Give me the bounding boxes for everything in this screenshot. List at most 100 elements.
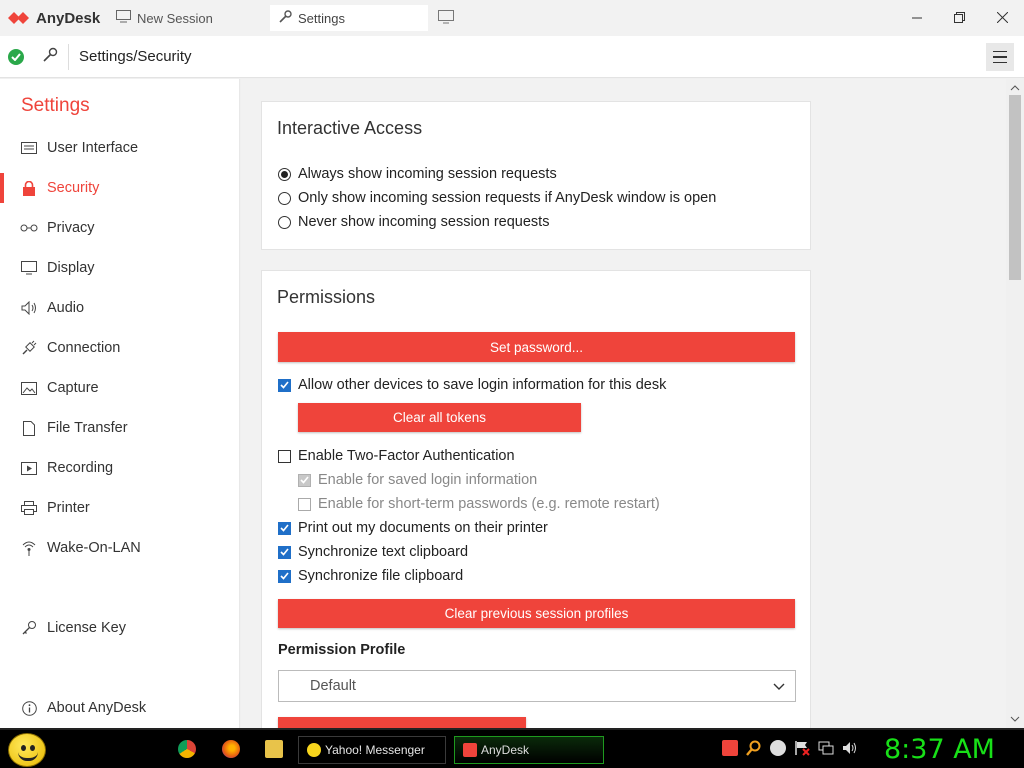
partially-visible-button[interactable] bbox=[278, 717, 526, 728]
sidebar-item-label: File Transfer bbox=[47, 420, 128, 436]
smiley-eye bbox=[21, 745, 26, 751]
print-documents-checkbox[interactable]: Print out my documents on their printer bbox=[278, 520, 548, 536]
card-title: Permissions bbox=[277, 287, 376, 307]
volume-icon[interactable] bbox=[842, 740, 858, 756]
network-icon[interactable] bbox=[818, 740, 834, 756]
sync-text-clipboard-checkbox[interactable]: Synchronize text clipboard bbox=[278, 544, 468, 560]
sidebar-item-label: License Key bbox=[47, 620, 126, 636]
plug-icon bbox=[20, 340, 38, 356]
anydesk-icon bbox=[463, 743, 477, 757]
file-icon bbox=[20, 420, 38, 436]
window-controls bbox=[895, 0, 1024, 36]
radio-never-show[interactable]: Never show incoming session requests bbox=[278, 214, 549, 230]
checkbox[interactable] bbox=[278, 569, 291, 583]
settings-sidebar: Settings User Interface Security Privacy… bbox=[0, 79, 240, 728]
checkbox-label: Enable for saved login information bbox=[318, 472, 538, 488]
sidebar-item-file-transfer[interactable]: File Transfer bbox=[0, 413, 240, 443]
sidebar-item-user-interface[interactable]: User Interface bbox=[0, 133, 240, 163]
sidebar-item-label: Wake-On-LAN bbox=[47, 540, 141, 556]
sidebar-item-recording[interactable]: Recording bbox=[0, 453, 240, 483]
app-name: AnyDesk bbox=[36, 9, 101, 27]
anydesk-logo-icon bbox=[8, 11, 30, 25]
close-button[interactable] bbox=[981, 0, 1024, 36]
wrench-icon bbox=[42, 47, 58, 66]
image-icon bbox=[20, 381, 38, 395]
sidebar-item-display[interactable]: Display bbox=[0, 253, 240, 283]
info-icon bbox=[20, 700, 38, 716]
clear-session-profiles-button[interactable]: Clear previous session profiles bbox=[278, 599, 795, 628]
sidebar-item-wake-on-lan[interactable]: Wake-On-LAN bbox=[0, 533, 240, 563]
radio-button[interactable] bbox=[278, 191, 291, 205]
sidebar-item-about[interactable]: About AnyDesk bbox=[0, 693, 240, 723]
clear-tokens-button[interactable]: Clear all tokens bbox=[298, 403, 581, 432]
restore-icon bbox=[954, 10, 965, 26]
chrome-icon[interactable] bbox=[178, 740, 196, 758]
restore-button[interactable] bbox=[938, 0, 981, 36]
checkbox[interactable] bbox=[278, 545, 291, 559]
task-label: Yahoo! Messenger bbox=[325, 743, 425, 757]
keyboard-icon bbox=[20, 142, 38, 154]
radio-button[interactable] bbox=[278, 167, 291, 181]
sync-file-clipboard-checkbox[interactable]: Synchronize file clipboard bbox=[278, 568, 463, 584]
sidebar-item-connection[interactable]: Connection bbox=[0, 333, 240, 363]
monitor-add-icon bbox=[438, 9, 454, 27]
sidebar-item-label: Printer bbox=[47, 500, 90, 516]
sidebar-item-label: Capture bbox=[47, 380, 99, 396]
status-tray-icon[interactable] bbox=[770, 740, 786, 756]
allow-save-login-checkbox[interactable]: Allow other devices to save login inform… bbox=[278, 377, 666, 393]
action-center-flag-icon[interactable] bbox=[794, 740, 810, 756]
smiley-eye bbox=[30, 745, 35, 751]
checkbox-label: Allow other devices to save login inform… bbox=[298, 377, 667, 393]
address-path[interactable]: Settings/Security bbox=[79, 48, 192, 65]
option-label: Only show incoming session requests if A… bbox=[298, 190, 717, 206]
anydesk-tray-icon[interactable] bbox=[722, 740, 738, 756]
main-menu-button[interactable] bbox=[986, 43, 1014, 71]
checkbox-label: Enable Two-Factor Authentication bbox=[298, 448, 515, 464]
monitor-icon bbox=[116, 10, 137, 26]
taskbar-clock[interactable]: 8:37 AM bbox=[884, 734, 995, 765]
scroll-up-icon[interactable] bbox=[1010, 83, 1020, 93]
sidebar-item-license-key[interactable]: License Key bbox=[0, 613, 240, 643]
checkbox-label: Print out my documents on their printer bbox=[298, 520, 548, 536]
scrollbar-thumb[interactable] bbox=[1009, 95, 1021, 280]
menu-line bbox=[993, 56, 1007, 58]
sidebar-item-security[interactable]: Security bbox=[0, 173, 240, 203]
task-label: AnyDesk bbox=[481, 743, 530, 757]
sidebar-item-printer[interactable]: Printer bbox=[0, 493, 240, 523]
sidebar-item-label: Security bbox=[47, 180, 100, 196]
file-explorer-icon[interactable] bbox=[265, 740, 283, 758]
taskbar-item-yahoo-messenger[interactable]: Yahoo! Messenger bbox=[298, 736, 446, 764]
sidebar-item-capture[interactable]: Capture bbox=[0, 373, 240, 403]
tab-new-session[interactable]: New Session bbox=[108, 5, 260, 31]
yahoo-messenger-icon bbox=[307, 743, 321, 757]
content-scrollbar[interactable] bbox=[1006, 79, 1024, 728]
divider bbox=[68, 43, 69, 70]
radio-button[interactable] bbox=[278, 215, 291, 229]
start-button-smiley-icon[interactable] bbox=[8, 733, 46, 767]
set-password-button[interactable]: Set password... bbox=[278, 332, 795, 362]
two-factor-checkbox[interactable]: Enable Two-Factor Authentication bbox=[278, 448, 515, 464]
radio-show-if-open[interactable]: Only show incoming session requests if A… bbox=[278, 190, 716, 206]
app-logo: AnyDesk bbox=[0, 10, 108, 27]
minimize-button[interactable] bbox=[895, 0, 938, 36]
new-tab-button[interactable] bbox=[434, 6, 458, 30]
sidebar-item-privacy[interactable]: Privacy bbox=[0, 213, 240, 243]
menu-line bbox=[993, 61, 1007, 64]
search-tray-icon[interactable] bbox=[746, 740, 762, 756]
taskbar: Yahoo! Messenger AnyDesk 8:37 AM bbox=[0, 728, 1024, 768]
sidebar-item-label: Connection bbox=[47, 340, 121, 356]
firefox-icon[interactable] bbox=[222, 740, 240, 758]
checkbox[interactable] bbox=[278, 521, 291, 535]
sidebar-item-audio[interactable]: Audio bbox=[0, 293, 240, 323]
checkbox[interactable] bbox=[278, 449, 291, 463]
scroll-down-icon[interactable] bbox=[1010, 714, 1020, 724]
saved-login-checkbox: Enable for saved login information bbox=[298, 472, 537, 488]
permission-profile-select[interactable]: Default bbox=[278, 670, 796, 702]
radio-always-show[interactable]: Always show incoming session requests bbox=[278, 166, 557, 182]
taskbar-item-anydesk[interactable]: AnyDesk bbox=[454, 736, 604, 764]
tab-settings[interactable]: Settings bbox=[270, 5, 428, 31]
option-label: Always show incoming session requests bbox=[298, 166, 557, 182]
option-label: Never show incoming session requests bbox=[298, 214, 550, 230]
card-title: Interactive Access bbox=[277, 118, 423, 138]
checkbox[interactable] bbox=[278, 378, 291, 392]
